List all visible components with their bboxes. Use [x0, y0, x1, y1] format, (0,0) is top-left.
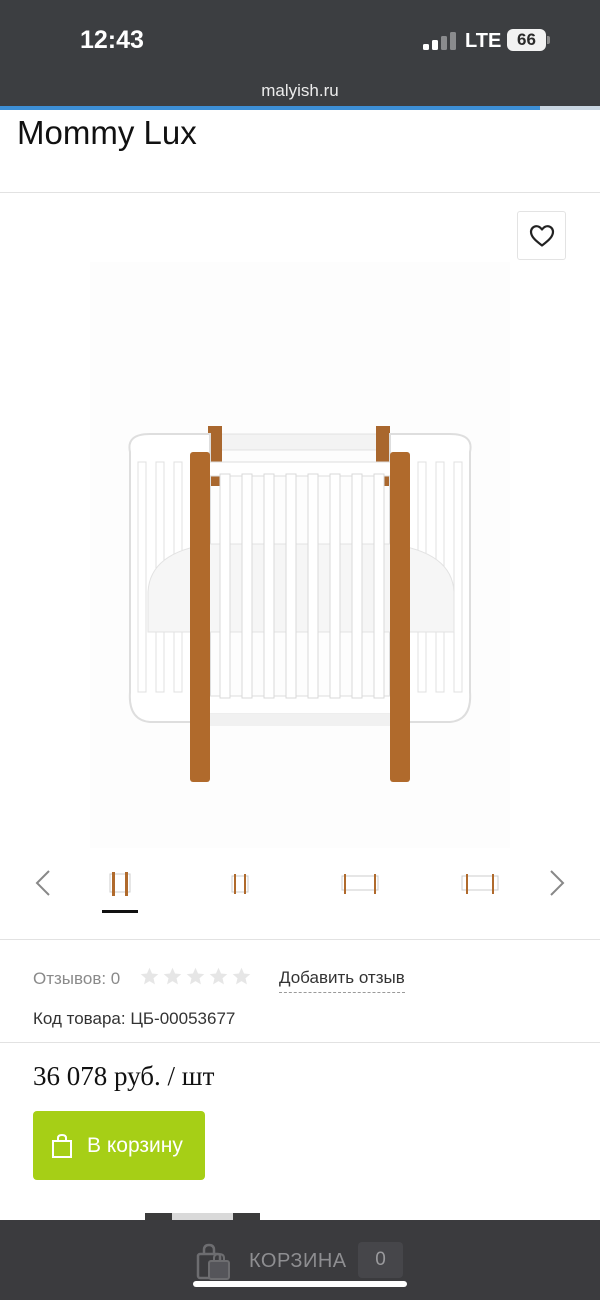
shopping-bag-icon: [196, 1243, 230, 1280]
star-icon: [140, 967, 159, 985]
network-type: LTE: [465, 30, 502, 52]
battery-tip: [547, 36, 550, 44]
thumbnail-selected-indicator: [102, 910, 138, 913]
reviews-count: Отзывов: 0: [33, 969, 121, 988]
star-icon: [209, 967, 228, 985]
cart-count-badge: 0: [358, 1242, 403, 1278]
divider: [0, 939, 600, 940]
add-review-link[interactable]: Добавить отзыв: [279, 968, 405, 993]
product-sku: Код товара: ЦБ-00053677: [33, 1009, 236, 1028]
status-bar: 12:43 LTE 66: [0, 0, 600, 78]
product-price: 36 078 руб. / шт: [33, 1061, 215, 1091]
divider: [0, 192, 600, 193]
chevron-right-icon[interactable]: [545, 868, 569, 898]
thumbnail-3[interactable]: [340, 862, 380, 902]
url-text: malyish.ru: [261, 81, 339, 100]
thumbnail-4[interactable]: [460, 862, 500, 902]
shopping-bag-icon: [52, 1133, 72, 1158]
page-load-progress: [0, 106, 600, 110]
home-indicator: [193, 1281, 407, 1287]
star-icon: [163, 967, 182, 985]
crib-illustration: [90, 262, 510, 848]
chevron-left-icon[interactable]: [31, 868, 55, 898]
divider: [0, 1042, 600, 1043]
thumbnail-carousel: [0, 858, 600, 918]
add-to-cart-button[interactable]: В корзину: [33, 1111, 205, 1180]
star-icon: [186, 967, 205, 985]
star-icon: [232, 967, 251, 985]
thumbnail-2[interactable]: [220, 862, 260, 902]
battery-icon: 66: [507, 29, 546, 51]
bottom-cart-bar[interactable]: КОРЗИНА 0: [0, 1220, 600, 1300]
heart-icon: [529, 224, 554, 247]
product-image[interactable]: [90, 262, 510, 848]
product-title: Mommy Lux: [17, 114, 197, 151]
favorite-button[interactable]: [517, 211, 566, 260]
status-time: 12:43: [80, 26, 144, 54]
signal-icon: [423, 32, 457, 50]
cart-label: КОРЗИНА: [249, 1250, 347, 1272]
thumbnail-1[interactable]: [100, 862, 140, 902]
add-to-cart-label: В корзину: [87, 1133, 183, 1157]
address-bar[interactable]: malyish.ru: [0, 78, 600, 106]
rating-stars[interactable]: [139, 966, 252, 990]
page-load-progress-fill: [0, 106, 540, 110]
